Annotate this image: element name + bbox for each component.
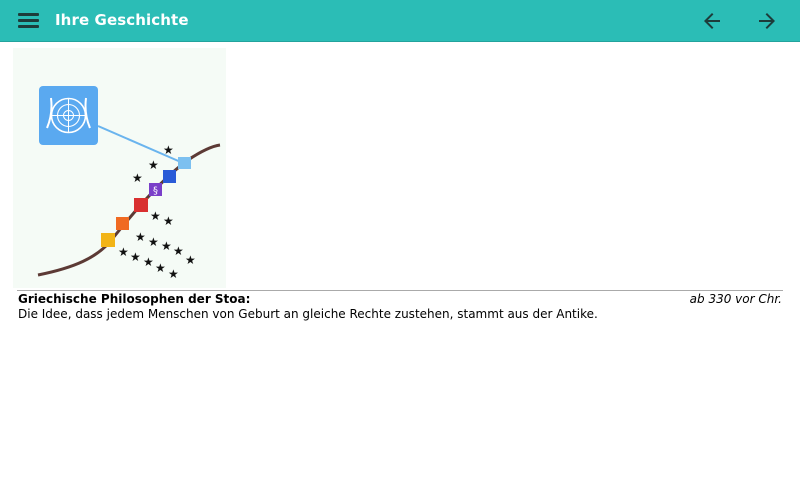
svg-text:★: ★: [135, 230, 146, 244]
svg-text:★: ★: [150, 209, 161, 223]
svg-text:★: ★: [130, 250, 141, 264]
svg-text:★: ★: [168, 267, 179, 281]
menu-icon[interactable]: [18, 12, 39, 28]
entry-description: Die Idee, dass jedem Menschen von Geburt…: [18, 307, 598, 321]
svg-text:★: ★: [148, 235, 159, 249]
tablet-icon: [101, 233, 115, 247]
timeline-illustration: § ★ ★ ★ ★ ★ ★ ★ ★ ★ ★ ★ ★ ★ ★ ★: [13, 48, 226, 288]
svg-text:★: ★: [185, 253, 196, 267]
svg-text:★: ★: [155, 261, 166, 275]
svg-text:★: ★: [163, 214, 174, 228]
entry-date: ab 330 vor Chr.: [689, 292, 782, 306]
entry-heading: Griechische Philosophen der Stoa:: [18, 292, 251, 306]
dove-icon: [178, 157, 191, 169]
svg-text:★: ★: [163, 143, 174, 157]
torch-icon: [116, 217, 129, 230]
un-emblem-icon: [39, 86, 98, 145]
arrow-right-icon[interactable]: [755, 9, 779, 33]
svg-text:★: ★: [132, 171, 143, 185]
page-title: Ihre Geschichte: [55, 11, 189, 29]
divider: [17, 290, 783, 291]
arrow-left-icon[interactable]: [700, 9, 724, 33]
app-bar: Ihre Geschichte: [0, 0, 800, 42]
scales-icon: [134, 198, 148, 212]
svg-text:★: ★: [118, 245, 129, 259]
svg-text:★: ★: [161, 239, 172, 253]
svg-text:★: ★: [173, 244, 184, 258]
handshake-icon: [163, 170, 176, 183]
svg-text:★: ★: [148, 158, 159, 172]
svg-text:§: §: [153, 186, 158, 197]
svg-text:★: ★: [143, 255, 154, 269]
